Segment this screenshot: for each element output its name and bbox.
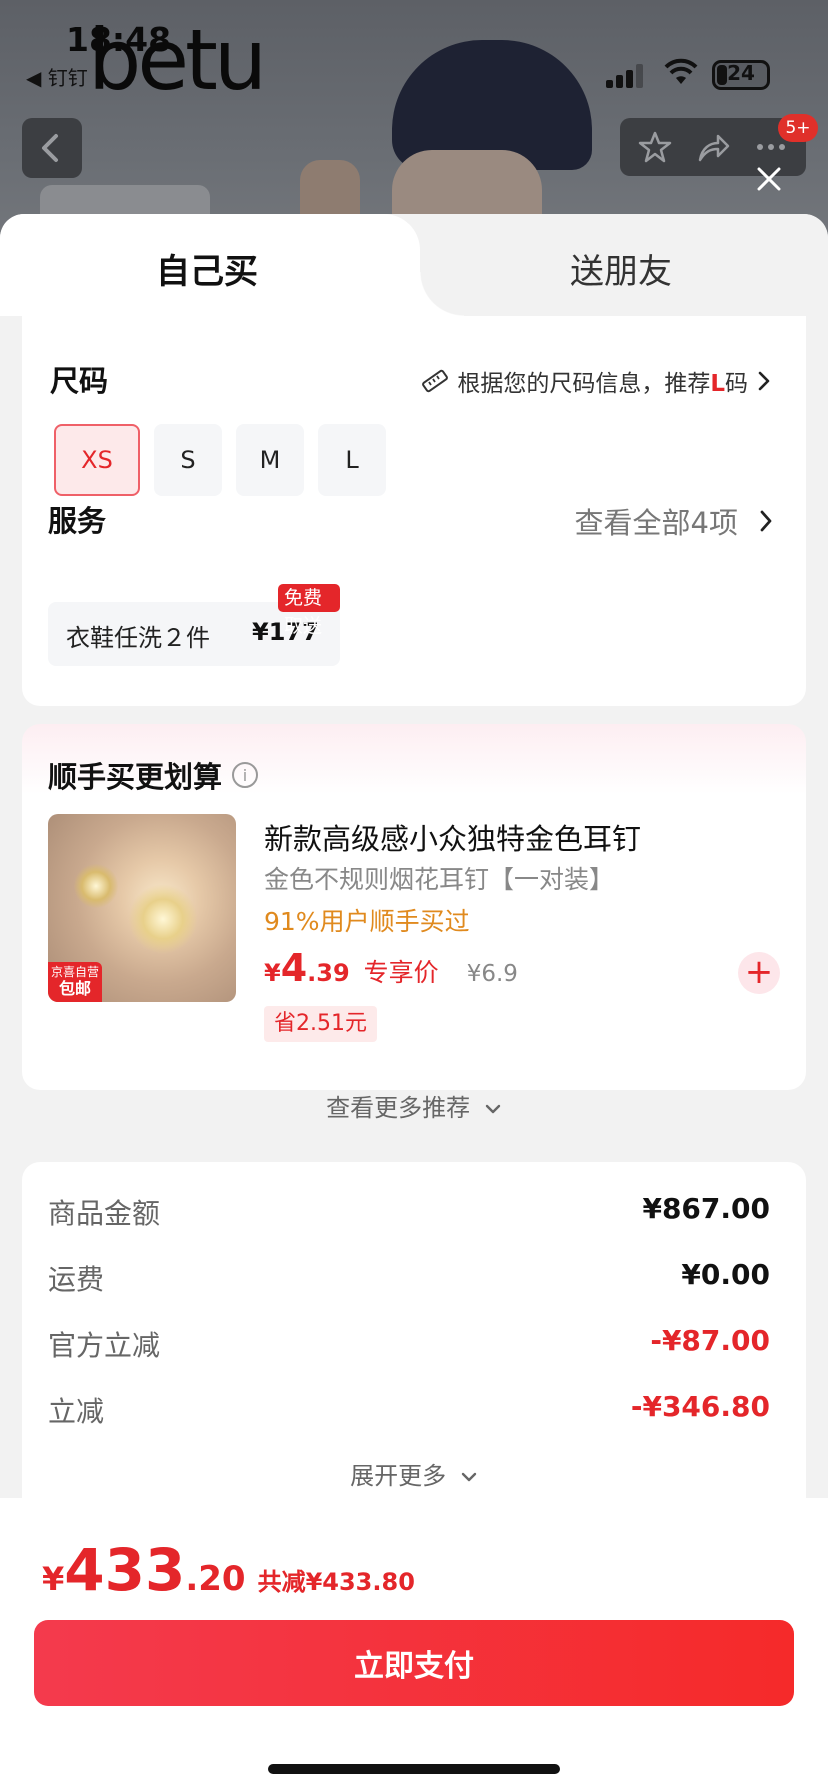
badge-bottom-text: 包邮 xyxy=(58,979,91,998)
size-hint-prefix: 根据您的尺码信息，推荐 xyxy=(457,371,711,397)
checkout-footer: ¥ 433 .20 共减¥433.80 立即支付 xyxy=(0,1498,828,1792)
addon-product-rate: 91%用户顺手买过 xyxy=(264,907,470,936)
tab-label: 自己买 xyxy=(156,252,258,292)
summary-row: 商品金额 ¥867.00 xyxy=(48,1192,770,1232)
size-title: 尺码 xyxy=(50,364,109,398)
more-recommendations-label: 查看更多推荐 xyxy=(326,1094,471,1122)
chevron-down-icon xyxy=(484,1103,502,1115)
service-view-all[interactable]: 查看全部4项 xyxy=(575,500,774,542)
addon-product-image[interactable]: 京喜自营 包邮 xyxy=(48,814,236,1002)
free-shipping-badge: 京喜自营 包邮 xyxy=(48,962,102,1002)
size-option-l[interactable]: L xyxy=(318,424,386,496)
info-icon[interactable]: i xyxy=(232,762,259,788)
price-decimal: .39 xyxy=(307,959,350,987)
home-indicator xyxy=(268,1764,560,1774)
price-integer: 4 xyxy=(280,946,308,990)
summary-value: ¥867.00 xyxy=(642,1192,770,1225)
summary-value: ¥0.00 xyxy=(681,1258,770,1291)
size-option-s[interactable]: S xyxy=(154,424,222,496)
total-price: ¥ 433 .20 共减¥433.80 xyxy=(42,1536,415,1604)
total-symbol: ¥ xyxy=(42,1560,65,1598)
service-title: 服务 xyxy=(48,504,107,538)
savings-badge: 省2.51元 xyxy=(264,1006,377,1042)
purchase-tabs: 自己买 送朋友 xyxy=(0,214,828,316)
price-summary-card: 商品金额 ¥867.00 运费 ¥0.00 官方立减 -¥87.00 立减 -¥… xyxy=(22,1162,806,1522)
addon-product-title[interactable]: 新款高级感小众独特金色耳钉 xyxy=(264,816,641,858)
close-icon[interactable] xyxy=(752,162,786,196)
addon-recommendation-card: 顺手买更划算 i 京喜自营 包邮 新款高级感小众独特金色耳钉 金色不规则烟花耳钉… xyxy=(22,724,806,1122)
expand-more-label: 展开更多 xyxy=(350,1462,447,1490)
size-service-card: 尺码 根据您的尺码信息，推荐L码 XS S M L 服务 查看全部4项 衣鞋任洗… xyxy=(22,316,806,706)
summary-value: -¥346.80 xyxy=(630,1390,770,1423)
summary-label: 立减 xyxy=(48,1395,105,1428)
signal-icon xyxy=(606,64,646,88)
expand-more-link[interactable]: 展开更多 xyxy=(22,1456,806,1491)
service-name: 衣鞋任洗２件 xyxy=(66,624,210,652)
service-tag: 免费取送 xyxy=(278,584,340,637)
chevron-right-icon xyxy=(760,510,772,532)
summary-value: -¥87.00 xyxy=(650,1324,770,1357)
summary-row: 立减 -¥346.80 xyxy=(48,1390,770,1430)
overlay-logo: betu xyxy=(88,11,267,109)
addon-title-text: 顺手买更划算 xyxy=(48,760,223,794)
summary-label: 运费 xyxy=(48,1263,105,1296)
message-badge: 5+ xyxy=(778,114,818,142)
size-recommendation[interactable]: 根据您的尺码信息，推荐L码 xyxy=(419,364,772,398)
service-view-all-label: 查看全部4项 xyxy=(574,506,738,540)
addon-product-subtitle: 金色不规则烟花耳钉【一对装】 xyxy=(264,865,615,894)
tab-send-to-friend[interactable]: 送朋友 xyxy=(570,244,672,293)
back-to-app-link[interactable]: ◀ 钉钉 xyxy=(26,62,88,91)
more-recommendations-link[interactable]: 查看更多推荐 xyxy=(22,1088,806,1123)
size-hint-size: L xyxy=(710,371,725,397)
back-button[interactable] xyxy=(22,118,82,178)
wifi-icon xyxy=(664,58,698,86)
size-option-m[interactable]: M xyxy=(236,424,304,496)
chevron-down-icon xyxy=(460,1471,478,1483)
size-options: XS S M L xyxy=(54,424,386,496)
size-option-xs[interactable]: XS xyxy=(54,424,140,496)
summary-label: 官方立减 xyxy=(48,1329,161,1362)
total-decimal: .20 xyxy=(185,1559,246,1599)
chevron-left-icon xyxy=(42,134,58,162)
size-hint-suffix: 码 xyxy=(725,371,748,397)
tab-buy-for-self[interactable]: 自己买 xyxy=(0,214,464,316)
price-label: 专享价 xyxy=(363,958,439,987)
add-addon-button[interactable]: + xyxy=(738,952,780,994)
summary-row: 官方立减 -¥87.00 xyxy=(48,1324,770,1364)
summary-row: 运费 ¥0.00 xyxy=(48,1258,770,1298)
pay-now-button[interactable]: 立即支付 xyxy=(34,1620,794,1706)
original-price: ¥6.9 xyxy=(466,961,518,987)
star-icon[interactable] xyxy=(638,130,672,164)
total-integer: 433 xyxy=(64,1536,186,1604)
badge-top-text: 京喜自营 xyxy=(50,965,99,979)
price-symbol: ¥ xyxy=(264,959,281,987)
addon-product-price: ¥ 4 .39 专享价 ¥6.9 xyxy=(264,946,518,990)
service-option-laundry[interactable]: 衣鞋任洗２件 ¥177 免费取送 xyxy=(48,584,340,666)
ruler-icon xyxy=(422,369,449,393)
summary-label: 商品金额 xyxy=(48,1197,161,1230)
total-saved: 共减¥433.80 xyxy=(257,1568,415,1596)
battery-level: 24 xyxy=(727,61,755,85)
battery-icon: 24 xyxy=(712,60,770,90)
addon-title: 顺手买更划算 i xyxy=(48,754,259,796)
share-icon[interactable] xyxy=(696,130,730,164)
chevron-right-icon xyxy=(758,371,770,391)
